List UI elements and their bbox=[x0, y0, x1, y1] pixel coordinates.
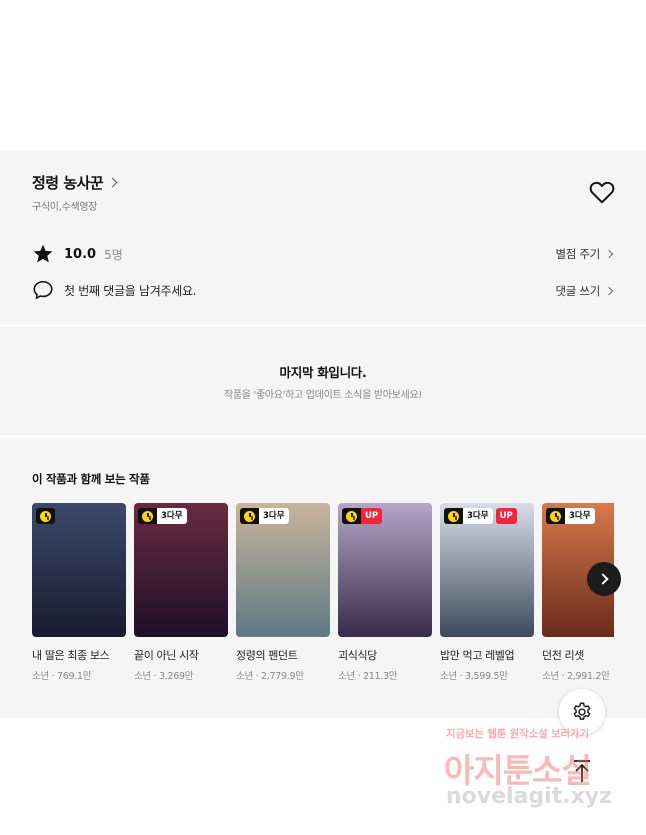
chevron-right-icon bbox=[107, 177, 118, 188]
recommendation-card[interactable]: 내 딸은 최종 보스소년 · 769.1만 bbox=[32, 503, 126, 682]
rating-row: 10.0 5명 bbox=[32, 243, 123, 265]
clock-icon bbox=[240, 508, 259, 524]
watermark-tagline: 지금보는 웹툰 원작소설 보러가기 bbox=[446, 728, 589, 740]
card-meta: 소년 · 3,599.5만 bbox=[440, 671, 508, 682]
chevron-right-icon bbox=[604, 286, 614, 296]
card-title[interactable]: 괴식식당 bbox=[338, 648, 432, 664]
rating-count: 5명 bbox=[104, 247, 123, 262]
update-badge: UP bbox=[361, 508, 383, 524]
card-cover-image[interactable]: 3다무 bbox=[134, 503, 228, 637]
work-info-panel: 정령 농사꾼 구식이,수색영장 10.0 5명 별점 주기 첫 번째 댓글을 남… bbox=[0, 151, 646, 324]
card-badges bbox=[36, 508, 55, 524]
free-badge: 3다무 bbox=[157, 508, 187, 524]
work-authors: 구식이,수색영장 bbox=[32, 202, 98, 213]
card-badges: 3다무 bbox=[138, 508, 187, 524]
clock-icon bbox=[444, 508, 463, 524]
comment-row: 첫 번째 댓글을 남겨주세요. bbox=[32, 279, 197, 301]
star-icon bbox=[33, 244, 53, 263]
card-title[interactable]: 던전 리셋 bbox=[542, 648, 614, 664]
card-cover-image[interactable]: 3다무 UP bbox=[440, 503, 534, 637]
card-cover-image[interactable] bbox=[32, 503, 126, 637]
recommendation-card[interactable]: 3다무 UP 밥만 먹고 레벨업소년 · 3,599.5만 bbox=[440, 503, 534, 682]
recommendations-heading: 이 작품과 함께 보는 작품 bbox=[32, 472, 150, 486]
chevron-right-icon bbox=[596, 573, 609, 585]
last-episode-subtitle: 작품을 '좋아요'하고 업데이트 소식을 받아보세요! bbox=[223, 390, 423, 401]
watermark-url: novelagit.xyz bbox=[446, 784, 612, 809]
recommendations-panel: 이 작품과 함께 보는 작품 내 딸은 최종 보스 소년 · 769.1만 3다무 끝… bbox=[0, 438, 646, 718]
clock-icon bbox=[546, 508, 565, 524]
recommendation-card[interactable]: UP 괴식식당소년 · 211.3만 bbox=[338, 503, 432, 682]
heart-icon[interactable] bbox=[589, 180, 615, 204]
work-title: 정령 농사꾼 bbox=[32, 174, 104, 192]
card-meta: 소년 · 2,779.9만 bbox=[236, 671, 304, 682]
card-badges: 3다무 UP bbox=[444, 508, 517, 524]
carousel-next-button[interactable] bbox=[587, 562, 621, 596]
comment-prompt: 첫 번째 댓글을 남겨주세요. bbox=[64, 283, 197, 298]
recommendation-card[interactable]: 3다무끝이 아닌 시작소년 · 3,269만 bbox=[134, 503, 228, 682]
card-meta: 소년 · 211.3만 bbox=[338, 671, 398, 682]
card-badges: 3다무 bbox=[546, 508, 595, 524]
card-title[interactable]: 밥만 먹고 레벨업 bbox=[440, 648, 534, 664]
card-meta: 소년 · 3,269만 bbox=[134, 671, 194, 682]
card-badges: 3다무 bbox=[240, 508, 289, 524]
card-cover-image[interactable]: UP bbox=[338, 503, 432, 637]
free-badge: 3다무 bbox=[565, 508, 595, 524]
comment-bubble-icon bbox=[33, 280, 53, 300]
top-blank-area bbox=[0, 0, 646, 151]
rating-score: 10.0 bbox=[64, 246, 97, 262]
free-badge: 3다무 bbox=[259, 508, 289, 524]
card-title[interactable]: 끝이 아닌 시작 bbox=[134, 648, 228, 664]
clock-icon bbox=[138, 508, 157, 524]
clock-icon bbox=[342, 508, 361, 524]
free-badge: 3다무 bbox=[463, 508, 493, 524]
write-comment-button[interactable]: 댓글 쓰기 bbox=[555, 283, 614, 299]
card-meta: 소년 · 769.1만 bbox=[32, 671, 92, 682]
update-badge: UP bbox=[495, 508, 517, 524]
chevron-right-icon bbox=[604, 249, 614, 259]
clock-icon bbox=[36, 508, 55, 524]
write-comment-label: 댓글 쓰기 bbox=[555, 284, 601, 298]
recommendation-carousel: 내 딸은 최종 보스 소년 · 769.1만 3다무 끝이 아닌 시작 소년 · 3,2… bbox=[32, 503, 614, 703]
recommendation-card[interactable]: 3다무정령의 펜던트소년 · 2,779.9만 bbox=[236, 503, 330, 682]
last-episode-title: 마지막 화입니다. bbox=[279, 365, 367, 380]
card-title[interactable]: 내 딸은 최종 보스 bbox=[32, 648, 126, 664]
last-episode-panel: 마지막 화입니다. 작품을 '좋아요'하고 업데이트 소식을 받아보세요! bbox=[0, 327, 646, 435]
card-badges: UP bbox=[342, 508, 383, 524]
rate-button-label: 별점 주기 bbox=[555, 247, 601, 261]
card-cover-image[interactable]: 3다무 bbox=[236, 503, 330, 637]
card-title[interactable]: 정령의 펜던트 bbox=[236, 648, 330, 664]
rate-button[interactable]: 별점 주기 bbox=[555, 246, 614, 262]
work-title-link[interactable]: 정령 농사꾼 bbox=[32, 172, 118, 193]
gear-icon bbox=[573, 702, 591, 720]
card-meta: 소년 · 2,991.2만 bbox=[542, 671, 610, 682]
